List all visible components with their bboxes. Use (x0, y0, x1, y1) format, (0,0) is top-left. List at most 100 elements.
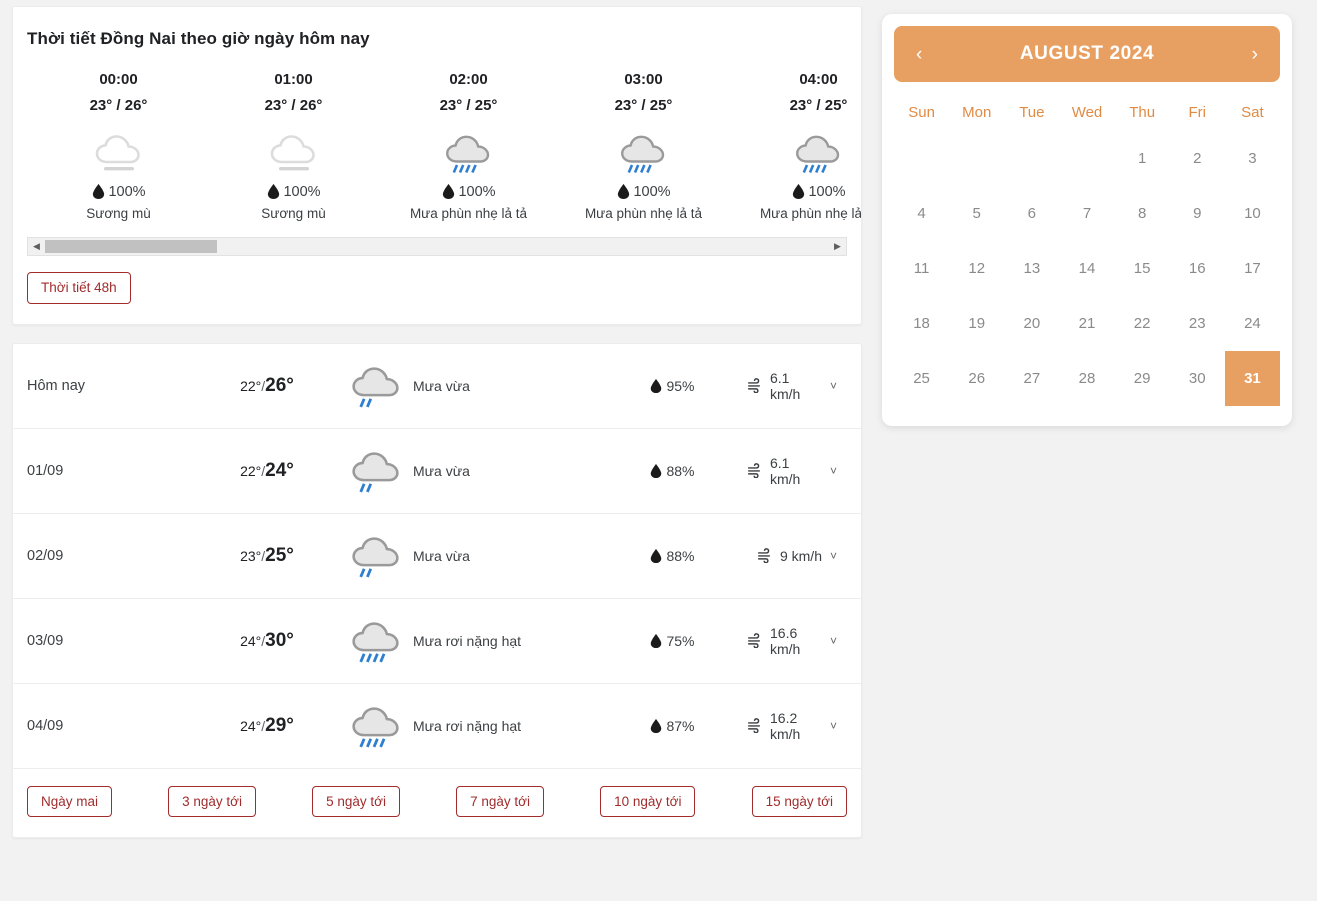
daily-temp-min: 23° (240, 547, 262, 564)
humidity-drop-icon (651, 378, 662, 393)
calendar-day-cell[interactable]: 4 (894, 186, 949, 241)
chevron-down-icon[interactable]: ˅ (830, 719, 837, 733)
chevron-down-icon[interactable]: ˅ (830, 464, 837, 478)
calendar-day-cell[interactable]: 5 (949, 186, 1004, 241)
calendar-day-cell[interactable]: 17 (1225, 241, 1280, 296)
calendar-day-cell[interactable]: 28 (1059, 351, 1114, 406)
table-row[interactable]: 01/09 22°/24° Mưa vừa 88% 6.1 km/h ˅ (13, 429, 861, 514)
daily-wind[interactable]: 9 km/h ˅ (747, 548, 847, 564)
daily-date: 02/09 (27, 547, 64, 564)
calendar-day-cell[interactable]: 6 (1004, 186, 1059, 241)
calendar-day-cell[interactable]: 15 (1115, 241, 1170, 296)
calendar-day-cell[interactable]: 1 (1115, 131, 1170, 186)
scrollbar-thumb[interactable] (45, 240, 217, 253)
hourly-time: 04:00 (799, 71, 838, 88)
calendar-day-cell[interactable]: 18 (894, 296, 949, 351)
weather-48h-button[interactable]: Thời tiết 48h (27, 272, 131, 304)
hourly-precip: 100% (206, 183, 381, 200)
caret-right-icon[interactable]: ▶ (829, 239, 846, 254)
wind-icon (747, 463, 761, 478)
hourly-precip: 100% (731, 183, 861, 200)
humidity-drop-icon (651, 548, 662, 563)
chevron-down-icon[interactable]: ˅ (830, 634, 837, 648)
humidity-drop-icon (616, 183, 631, 200)
daily-wind-value: 9 km/h (779, 547, 822, 564)
wind-icon (757, 548, 774, 563)
chevron-down-icon[interactable]: ˅ (830, 549, 837, 563)
wind-icon (747, 378, 761, 393)
daily-forecast-card: Hôm nay 22°/26° Mưa vừa 95% 6.1 km/h ˅ 01/0… (12, 342, 862, 838)
calendar-day-cell[interactable]: 19 (949, 296, 1004, 351)
calendar-day-cell[interactable]: 12 (949, 241, 1004, 296)
calendar-day-cell[interactable]: 22 (1115, 296, 1170, 351)
calendar-day-cell[interactable]: 21 (1059, 296, 1114, 351)
calendar-day-name: Sat (1241, 104, 1264, 121)
calendar-day-cell[interactable]: 29 (1115, 351, 1170, 406)
calendar-day-cell[interactable]: 9 (1170, 186, 1225, 241)
daily-temperature: 24°/30° (187, 630, 347, 652)
chevron-down-icon[interactable]: ˅ (830, 379, 837, 393)
calendar-day-cell[interactable]: 13 (1004, 241, 1059, 296)
daily-rows: Hôm nay 22°/26° Mưa vừa 95% 6.1 km/h ˅ 01/0… (13, 344, 861, 769)
calendar-day-cell[interactable]: 8 (1115, 186, 1170, 241)
chevron-left-icon[interactable]: ‹ (916, 45, 922, 64)
daily-temp-max: 24° (265, 459, 294, 481)
calendar-day-cell[interactable]: 7 (1059, 186, 1114, 241)
hourly-precip-value: 100% (458, 183, 496, 200)
forecast-range-button[interactable]: 7 ngày tới (456, 785, 544, 817)
calendar-day-label: 13 (1023, 260, 1041, 277)
rain-moderate-icon (347, 361, 407, 411)
weather-page: Thời tiết Đồng Nai theo giờ ngày hôm nay… (0, 0, 1317, 901)
calendar-day-name: Mon (962, 104, 992, 121)
calendar-day-cell[interactable]: 23 (1170, 296, 1225, 351)
calendar-day-cell[interactable]: 3 (1225, 131, 1280, 186)
calendar-day-cell[interactable]: 24 (1225, 296, 1280, 351)
calendar-day-cell[interactable]: 14 (1059, 241, 1114, 296)
forecast-range-button[interactable]: 5 ngày tới (312, 785, 400, 817)
calendar-day-cell[interactable]: 10 (1225, 186, 1280, 241)
calendar-day-cell[interactable]: 11 (894, 241, 949, 296)
calendar-day-cell[interactable]: 16 (1170, 241, 1225, 296)
forecast-range-button[interactable]: 3 ngày tới (168, 785, 257, 817)
calendar-day-cell[interactable]: 27 (1004, 351, 1059, 406)
calendar-day-cell[interactable]: 20 (1004, 296, 1059, 351)
scrollbar-track[interactable] (45, 239, 829, 254)
drizzle-icon (556, 124, 731, 182)
forecast-range-button[interactable]: Ngày mai (27, 785, 113, 817)
wind-icon (747, 463, 764, 478)
daily-humidity: 95% (597, 378, 747, 394)
daily-temp-max: 30° (265, 629, 294, 651)
calendar-day-label: 24 (1244, 315, 1261, 332)
calendar-day-selected[interactable]: 31 (1224, 351, 1280, 406)
daily-condition-label: Mưa vừa (413, 462, 470, 479)
hourly-item: 03:00 23° / 25° 100% Mưa phùn nhẹ lả tả (556, 71, 731, 221)
hourly-strip[interactable]: 00:00 23° / 26° 100% Sương mù 01:00 23° / 26… (13, 71, 861, 221)
daily-humidity-value: 87% (666, 717, 695, 734)
forecast-range-button[interactable]: 10 ngày tới (600, 785, 696, 817)
daily-wind[interactable]: 6.1 km/h ˅ (747, 370, 847, 402)
hourly-precip: 100% (556, 183, 731, 200)
daily-wind[interactable]: 6.1 km/h ˅ (747, 455, 847, 487)
caret-left-icon[interactable]: ◀ (28, 239, 45, 254)
daily-date: 03/09 (27, 632, 64, 649)
table-row[interactable]: Hôm nay 22°/26° Mưa vừa 95% 6.1 km/h ˅ (13, 344, 861, 429)
forecast-range-button[interactable]: 15 ngày tới (751, 785, 847, 817)
table-row[interactable]: 02/09 23°/25° Mưa vừa 88% 9 km/h ˅ (13, 514, 861, 599)
chevron-right-icon[interactable]: › (1252, 45, 1258, 64)
humidity-drop-icon (649, 463, 663, 479)
calendar-empty-cell (1004, 131, 1059, 186)
hourly-scrollbar[interactable]: ◀ ▶ (27, 237, 847, 256)
hourly-description: Sương mù (86, 206, 151, 221)
daily-wind[interactable]: 16.2 km/h ˅ (747, 710, 847, 742)
table-row[interactable]: 03/09 24°/30° Mưa rơi nặng hạt 75% 16.6 k… (13, 599, 861, 684)
calendar-day-cell[interactable]: 30 (1170, 351, 1225, 406)
table-row[interactable]: 04/09 24°/29° Mưa rơi nặng hạt 87% 16.2 k… (13, 684, 861, 769)
calendar-card: ‹ AUGUST 2024 › Sun Mon Tue Wed Thu Fri Sat 1 2 3… (882, 14, 1292, 426)
calendar-day-cell[interactable]: 26 (949, 351, 1004, 406)
daily-temp-min: 22° (240, 462, 262, 479)
wind-icon (747, 633, 764, 648)
calendar-day-cell[interactable]: 2 (1170, 131, 1225, 186)
daily-wind-value: 6.1 km/h (770, 369, 801, 402)
daily-wind[interactable]: 16.6 km/h ˅ (747, 625, 847, 657)
calendar-day-cell[interactable]: 25 (894, 351, 949, 406)
